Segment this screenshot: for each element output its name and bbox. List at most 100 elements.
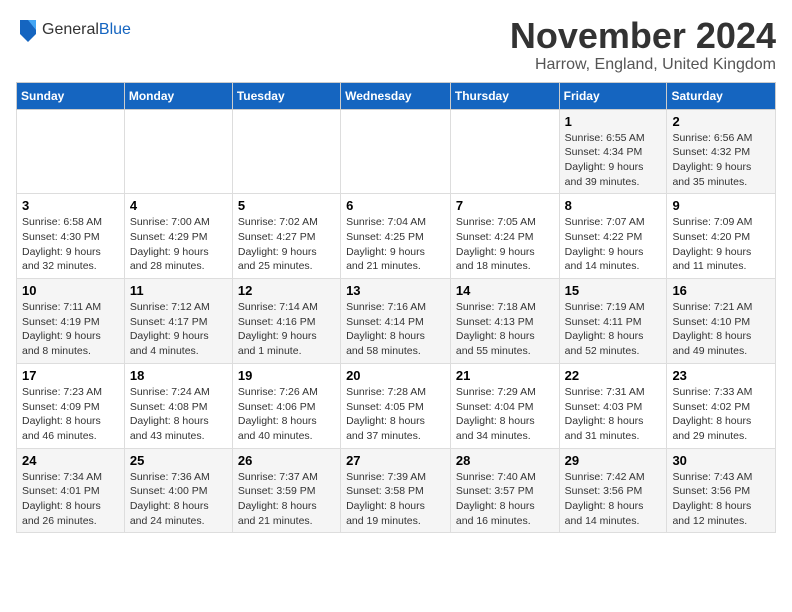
day-number: 24 [22, 453, 119, 468]
calendar-cell: 15Sunrise: 7:19 AMSunset: 4:11 PMDayligh… [559, 279, 667, 364]
day-info: Sunrise: 7:05 AMSunset: 4:24 PMDaylight:… [456, 215, 554, 274]
calendar-cell: 30Sunrise: 7:43 AMSunset: 3:56 PMDayligh… [667, 448, 776, 533]
day-info: Sunrise: 7:21 AMSunset: 4:10 PMDaylight:… [672, 300, 770, 359]
day-info: Sunrise: 7:23 AMSunset: 4:09 PMDaylight:… [22, 385, 119, 444]
logo-icon [16, 16, 40, 44]
calendar-cell: 2 Sunrise: 6:56 AMSunset: 4:32 PMDaylight… [667, 109, 776, 194]
day-info: Sunrise: 7:02 AMSunset: 4:27 PMDaylight:… [238, 215, 335, 274]
week-row-3: 17 Sunrise: 7:23 AMSunset: 4:09 PMDayligh… [17, 363, 776, 448]
day-info: Sunrise: 7:28 AMSunset: 4:05 PMDaylight:… [346, 385, 445, 444]
calendar-cell [124, 109, 232, 194]
day-number: 29 [565, 453, 662, 468]
day-info: Sunrise: 7:42 AMSunset: 3:56 PMDaylight:… [565, 470, 662, 529]
calendar-cell: 9Sunrise: 7:09 AMSunset: 4:20 PMDaylight… [667, 194, 776, 279]
calendar-cell: 27Sunrise: 7:39 AMSunset: 3:58 PMDayligh… [341, 448, 451, 533]
calendar-cell [17, 109, 125, 194]
calendar-cell: 20 Sunrise: 7:28 AMSunset: 4:05 PMDayligh… [341, 363, 451, 448]
logo-text: GeneralBlue [42, 21, 131, 39]
calendar-cell: 22Sunrise: 7:31 AMSunset: 4:03 PMDayligh… [559, 363, 667, 448]
header-day-tuesday: Tuesday [232, 82, 340, 109]
calendar-cell: 18 Sunrise: 7:24 AMSunset: 4:08 PMDayligh… [124, 363, 232, 448]
day-number: 1 [565, 114, 662, 129]
day-number: 27 [346, 453, 445, 468]
day-number: 16 [672, 283, 770, 298]
day-number: 26 [238, 453, 335, 468]
header-day-monday: Monday [124, 82, 232, 109]
day-number: 4 [130, 198, 227, 213]
day-number: 8 [565, 198, 662, 213]
calendar-cell: 17 Sunrise: 7:23 AMSunset: 4:09 PMDayligh… [17, 363, 125, 448]
week-row-2: 10 Sunrise: 7:11 AMSunset: 4:19 PMDayligh… [17, 279, 776, 364]
day-info: Sunrise: 7:14 AMSunset: 4:16 PMDaylight:… [238, 300, 335, 359]
calendar-header: SundayMondayTuesdayWednesdayThursdayFrid… [17, 82, 776, 109]
week-row-0: 1 Sunrise: 6:55 AMSunset: 4:34 PMDaylight… [17, 109, 776, 194]
day-info: Sunrise: 7:18 AMSunset: 4:13 PMDaylight:… [456, 300, 554, 359]
header-day-sunday: Sunday [17, 82, 125, 109]
logo-blue: Blue [99, 21, 131, 38]
day-number: 23 [672, 368, 770, 383]
calendar-cell: 16 Sunrise: 7:21 AMSunset: 4:10 PMDayligh… [667, 279, 776, 364]
header-day-wednesday: Wednesday [341, 82, 451, 109]
title-area: November 2024 Harrow, England, United Ki… [510, 16, 776, 74]
day-info: Sunrise: 7:29 AMSunset: 4:04 PMDaylight:… [456, 385, 554, 444]
calendar-body: 1 Sunrise: 6:55 AMSunset: 4:34 PMDaylight… [17, 109, 776, 533]
day-info: Sunrise: 7:43 AMSunset: 3:56 PMDaylight:… [672, 470, 770, 529]
day-info: Sunrise: 7:19 AMSunset: 4:11 PMDaylight:… [565, 300, 662, 359]
day-number: 18 [130, 368, 227, 383]
day-info: Sunrise: 6:56 AMSunset: 4:32 PMDaylight:… [672, 131, 770, 190]
day-info: Sunrise: 7:36 AMSunset: 4:00 PMDaylight:… [130, 470, 227, 529]
calendar-cell: 3 Sunrise: 6:58 AMSunset: 4:30 PMDaylight… [17, 194, 125, 279]
month-title: November 2024 [510, 16, 776, 56]
day-number: 2 [672, 114, 770, 129]
day-info: Sunrise: 7:09 AMSunset: 4:20 PMDaylight:… [672, 215, 770, 274]
header-day-thursday: Thursday [450, 82, 559, 109]
day-info: Sunrise: 7:04 AMSunset: 4:25 PMDaylight:… [346, 215, 445, 274]
location: Harrow, England, United Kingdom [510, 56, 776, 74]
week-row-1: 3 Sunrise: 6:58 AMSunset: 4:30 PMDaylight… [17, 194, 776, 279]
calendar-cell: 8 Sunrise: 7:07 AMSunset: 4:22 PMDaylight… [559, 194, 667, 279]
calendar-cell: 10 Sunrise: 7:11 AMSunset: 4:19 PMDayligh… [17, 279, 125, 364]
day-info: Sunrise: 7:00 AMSunset: 4:29 PMDaylight:… [130, 215, 227, 274]
header: GeneralBlue November 2024 Harrow, Englan… [16, 16, 776, 74]
day-number: 17 [22, 368, 119, 383]
day-number: 7 [456, 198, 554, 213]
day-info: Sunrise: 7:33 AMSunset: 4:02 PMDaylight:… [672, 385, 770, 444]
calendar-cell [450, 109, 559, 194]
calendar-cell: 25Sunrise: 7:36 AMSunset: 4:00 PMDayligh… [124, 448, 232, 533]
day-number: 5 [238, 198, 335, 213]
calendar-cell: 24 Sunrise: 7:34 AMSunset: 4:01 PMDayligh… [17, 448, 125, 533]
day-info: Sunrise: 7:40 AMSunset: 3:57 PMDaylight:… [456, 470, 554, 529]
header-row: SundayMondayTuesdayWednesdayThursdayFrid… [17, 82, 776, 109]
calendar-cell: 19Sunrise: 7:26 AMSunset: 4:06 PMDayligh… [232, 363, 340, 448]
day-info: Sunrise: 6:55 AMSunset: 4:34 PMDaylight:… [565, 131, 662, 190]
calendar-cell: 14 Sunrise: 7:18 AMSunset: 4:13 PMDayligh… [450, 279, 559, 364]
day-info: Sunrise: 6:58 AMSunset: 4:30 PMDaylight:… [22, 215, 119, 274]
header-day-friday: Friday [559, 82, 667, 109]
header-day-saturday: Saturday [667, 82, 776, 109]
day-number: 21 [456, 368, 554, 383]
day-info: Sunrise: 7:34 AMSunset: 4:01 PMDaylight:… [22, 470, 119, 529]
day-info: Sunrise: 7:24 AMSunset: 4:08 PMDaylight:… [130, 385, 227, 444]
day-number: 20 [346, 368, 445, 383]
calendar-cell: 6Sunrise: 7:04 AMSunset: 4:25 PMDaylight… [341, 194, 451, 279]
calendar-cell: 29 Sunrise: 7:42 AMSunset: 3:56 PMDayligh… [559, 448, 667, 533]
calendar-cell: 21 Sunrise: 7:29 AMSunset: 4:04 PMDayligh… [450, 363, 559, 448]
calendar-cell: 23 Sunrise: 7:33 AMSunset: 4:02 PMDayligh… [667, 363, 776, 448]
day-number: 3 [22, 198, 119, 213]
day-info: Sunrise: 7:16 AMSunset: 4:14 PMDaylight:… [346, 300, 445, 359]
day-number: 19 [238, 368, 335, 383]
day-number: 13 [346, 283, 445, 298]
calendar-cell: 11Sunrise: 7:12 AMSunset: 4:17 PMDayligh… [124, 279, 232, 364]
calendar-cell: 26Sunrise: 7:37 AMSunset: 3:59 PMDayligh… [232, 448, 340, 533]
logo: GeneralBlue [16, 16, 131, 44]
day-number: 12 [238, 283, 335, 298]
day-number: 22 [565, 368, 662, 383]
day-info: Sunrise: 7:07 AMSunset: 4:22 PMDaylight:… [565, 215, 662, 274]
day-info: Sunrise: 7:11 AMSunset: 4:19 PMDaylight:… [22, 300, 119, 359]
calendar-table: SundayMondayTuesdayWednesdayThursdayFrid… [16, 82, 776, 534]
week-row-4: 24 Sunrise: 7:34 AMSunset: 4:01 PMDayligh… [17, 448, 776, 533]
calendar-cell: 12 Sunrise: 7:14 AMSunset: 4:16 PMDayligh… [232, 279, 340, 364]
day-number: 14 [456, 283, 554, 298]
day-number: 28 [456, 453, 554, 468]
day-number: 10 [22, 283, 119, 298]
